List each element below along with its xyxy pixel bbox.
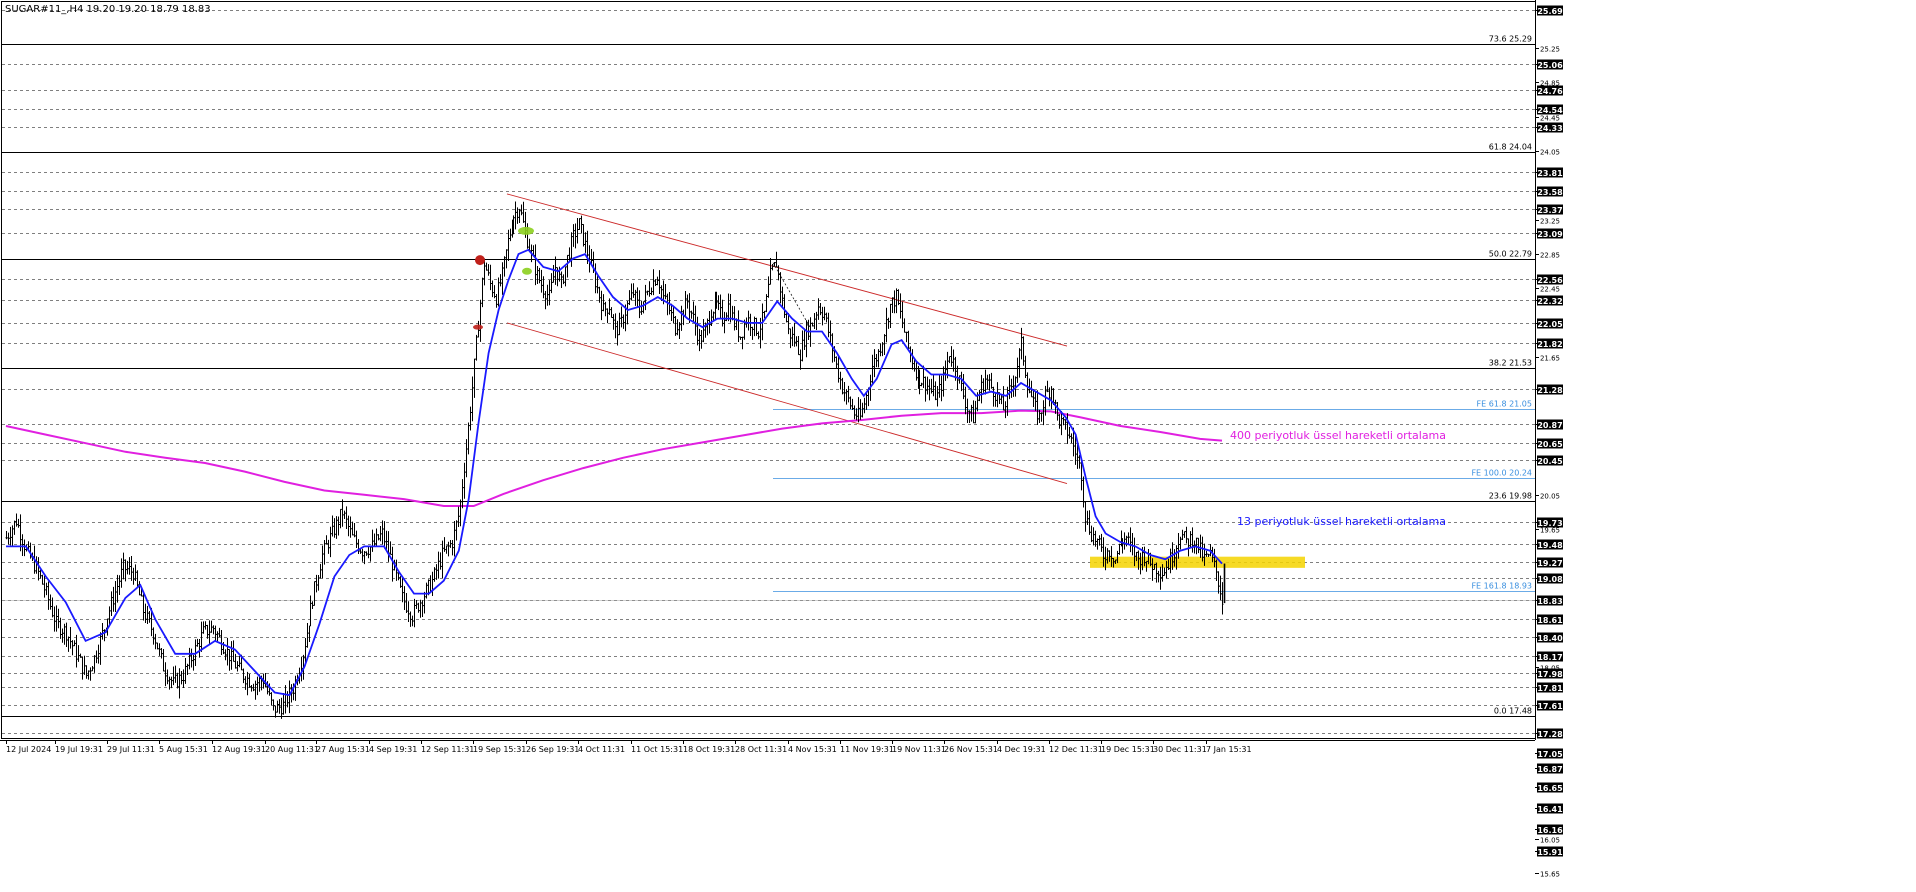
time-tick-label: 4 Dec 19:31 (997, 745, 1046, 754)
fib-label: 38.2 21.53 (1489, 359, 1532, 368)
price-tick-label: 19.27 (1537, 559, 1562, 568)
price-tick-label: 20.87 (1537, 421, 1562, 430)
price-tick-label: 17.81 (1537, 684, 1563, 693)
price-tick-label: 20.45 (1537, 457, 1563, 466)
time-tick-label: 27 Aug 15:31 (316, 745, 370, 754)
price-tick-label: 19.48 (1537, 541, 1563, 550)
price-tick-label: 22.56 (1537, 276, 1563, 285)
time-tick-label: 4 Nov 15:31 (788, 745, 837, 754)
price-tick-label: 21.28 (1537, 386, 1563, 395)
price-tick-label: 25.06 (1537, 61, 1563, 70)
price-tick-label: 22.32 (1537, 297, 1562, 306)
time-tick-label: 4 Sep 19:31 (369, 745, 417, 754)
symbol-title: SUGAR#11_,H4 19.20 19.20 18.79 18.83 (5, 4, 211, 15)
price-tick-label: 19.08 (1537, 575, 1563, 584)
price-tick-label: 25.69 (1537, 7, 1563, 16)
chart-area[interactable]: 73.6 25.29 61.8 24.04 50.0 22.79 38.2 21.53… (0, 0, 1916, 888)
time-tick-label: 7 Jan 15:31 (1206, 745, 1252, 754)
time-tick-label: 26 Sep 19:31 (526, 745, 579, 754)
price-tick-label: 16.87 (1537, 765, 1562, 774)
time-tick-label: 11 Oct 15:31 (631, 745, 683, 754)
time-tick-label: 12 Jul 2024 (6, 745, 51, 754)
ema13-annotation: 13 periyotluk üssel hareketli ortalama (1237, 515, 1446, 528)
support-zone (1090, 556, 1305, 568)
red-dot-marker-small (473, 324, 483, 330)
time-tick-label: 12 Dec 11:31 (1049, 745, 1103, 754)
price-tick-label: 23.37 (1537, 206, 1562, 215)
time-tick-label: 11 Nov 19:31 (840, 745, 894, 754)
price-tick-label: 23.58 (1537, 188, 1563, 197)
fe-label: FE 100.0 20.24 (1471, 469, 1532, 478)
price-tick-label: 23.25 (1540, 218, 1560, 226)
price-tick-label: 17.98 (1537, 670, 1563, 679)
green-dot-marker-small (522, 267, 532, 275)
time-tick-label: 26 Nov 15:31 (944, 745, 998, 754)
time-tick-label: 19 Nov 11:31 (892, 745, 946, 754)
price-tick-label: 15.65 (1540, 871, 1560, 879)
price-tick-label: 23.81 (1537, 169, 1563, 178)
fib-label: 73.6 25.29 (1489, 35, 1532, 44)
price-tick-label: 23.09 (1537, 230, 1563, 239)
time-tick-label: 19 Sep 15:31 (473, 745, 526, 754)
fib-label: 0.0 17.48 (1494, 707, 1532, 716)
time-tick-label: 12 Aug 19:31 (212, 745, 266, 754)
price-tick-label: 18.40 (1537, 634, 1563, 643)
fe-label: FE 61.8 21.05 (1477, 400, 1532, 409)
price-tick-label: 24.45 (1540, 115, 1560, 123)
price-tick-label: 24.05 (1540, 149, 1560, 157)
price-tick-label: 24.33 (1537, 124, 1562, 133)
fib-label: 23.6 19.98 (1489, 492, 1532, 501)
price-tick-label: 24.76 (1537, 87, 1563, 96)
price-tick-label: 18.83 (1537, 597, 1562, 606)
time-tick-label: 30 Dec 11:31 (1153, 745, 1207, 754)
fib-label: 50.0 22.79 (1489, 250, 1532, 259)
price-tick-label: 22.45 (1540, 286, 1560, 294)
price-tick-label: 25.25 (1540, 46, 1560, 54)
time-tick-label: 12 Sep 11:31 (421, 745, 474, 754)
price-tick-label: 16.65 (1537, 784, 1563, 793)
fib-label: 61.8 24.04 (1489, 143, 1532, 152)
price-tick-label: 21.82 (1537, 340, 1562, 349)
price-chart[interactable]: 73.6 25.29 61.8 24.04 50.0 22.79 38.2 21.53… (0, 0, 1916, 888)
chart-background (0, 0, 1916, 888)
price-tick-label: 20.65 (1537, 440, 1563, 449)
price-tick-label: 20.05 (1540, 493, 1560, 501)
green-dot-marker (518, 226, 534, 235)
ema400-annotation: 400 periyotluk üssel hareketli ortalama (1230, 429, 1446, 442)
price-tick-label: 18.17 (1537, 653, 1562, 662)
price-tick-label: 21.65 (1540, 355, 1560, 363)
price-tick-label: 16.41 (1537, 805, 1563, 814)
fe-label: FE 161.8 18.93 (1471, 582, 1532, 591)
price-tick-label: 17.61 (1537, 702, 1563, 711)
price-tick-label: 15.91 (1537, 848, 1563, 857)
price-tick-label: 17.28 (1537, 730, 1563, 739)
time-tick-label: 19 Jul 19:31 (55, 745, 103, 754)
red-dot-marker (475, 255, 485, 266)
highlight-zone (1090, 556, 1305, 568)
price-tick-label: 17.05 (1537, 750, 1563, 759)
time-tick-label: 4 Oct 11:31 (578, 745, 625, 754)
time-tick-label: 28 Oct 11:31 (735, 745, 787, 754)
time-tick-label: 5 Aug 15:31 (159, 745, 208, 754)
price-tick-label: 19.65 (1540, 527, 1560, 535)
price-tick-label: 22.05 (1537, 320, 1563, 329)
time-tick-label: 18 Oct 19:31 (683, 745, 735, 754)
time-tick-label: 29 Jul 11:31 (107, 745, 155, 754)
price-tick-label: 22.85 (1540, 252, 1560, 260)
time-tick-label: 19 Dec 15:31 (1101, 745, 1155, 754)
price-tick-label: 18.61 (1537, 616, 1563, 625)
price-tick-label: 16.05 (1540, 837, 1560, 845)
time-tick-label: 20 Aug 11:31 (265, 745, 319, 754)
price-tick-label: 16.16 (1537, 826, 1563, 835)
